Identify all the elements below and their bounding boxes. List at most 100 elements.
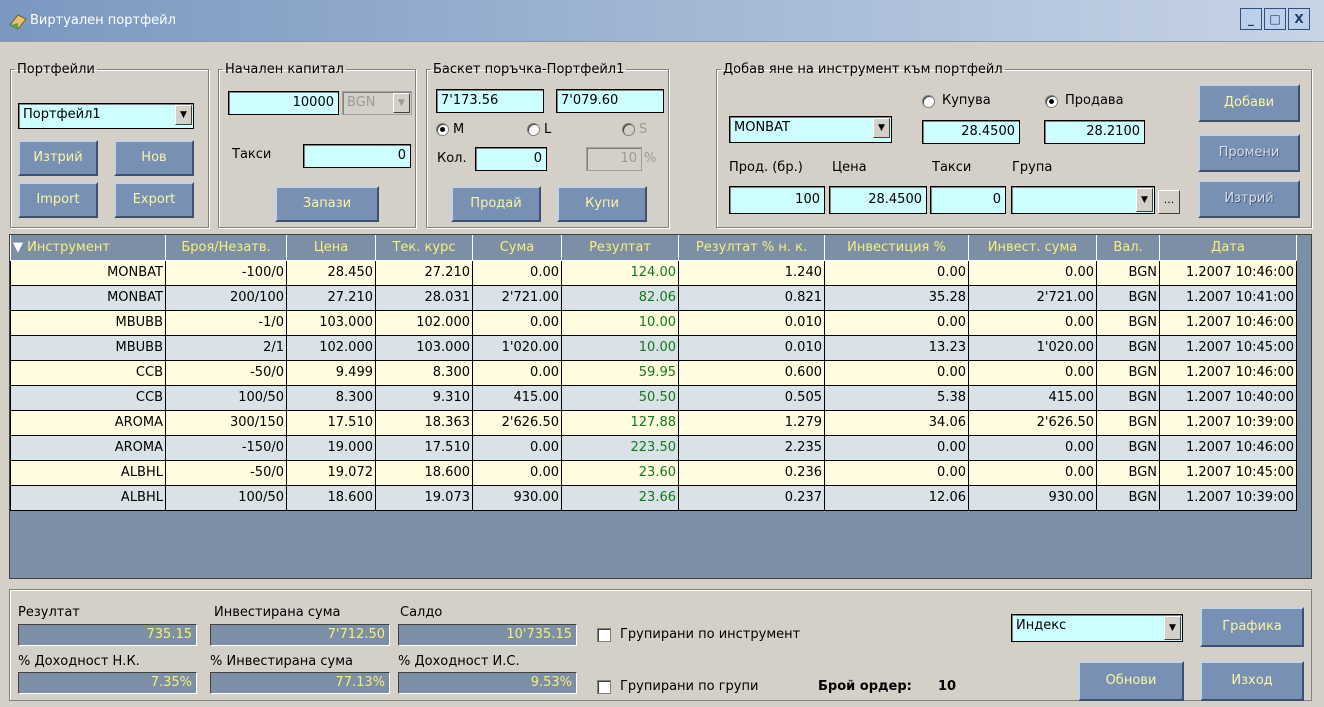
- currency-select: BGN ▼: [342, 91, 412, 115]
- column-header-label: Инструмент: [27, 239, 110, 255]
- maximize-button[interactable]: □: [1264, 8, 1286, 30]
- refresh-button[interactable]: Обнови: [1078, 661, 1184, 701]
- column-header[interactable]: Резултат % н. к.: [678, 235, 825, 261]
- table-row[interactable]: MONBAT 200/100 27.210 28.031 2'721.00 82.06 0.…: [10, 284, 1297, 311]
- column-header[interactable]: Инвест. сума: [968, 235, 1097, 261]
- column-header[interactable]: Тек. курс: [375, 235, 473, 261]
- exit-button[interactable]: Изход: [1200, 661, 1304, 701]
- table-cell: 18.363: [375, 409, 473, 436]
- table-cell: 1.2007 10:46:00: [1159, 434, 1297, 461]
- column-header-label: Цена: [313, 239, 349, 255]
- table-cell: CCB: [10, 359, 166, 386]
- group-select[interactable]: ▼: [1011, 186, 1155, 214]
- radio-buy[interactable]: [922, 95, 935, 108]
- new-portfolio-button[interactable]: Нов: [114, 140, 194, 176]
- export-button[interactable]: Export: [114, 182, 194, 218]
- capital-fees-field[interactable]: 0: [303, 144, 411, 168]
- table-cell: 0.236: [678, 459, 825, 486]
- basket-qty-field[interactable]: 0: [475, 147, 547, 171]
- table-cell: 19.073: [375, 484, 473, 511]
- minimize-button[interactable]: _: [1240, 8, 1262, 30]
- table-cell: 1.2007 10:46:00: [1159, 259, 1297, 286]
- table-cell: 2.235: [678, 434, 825, 461]
- table-cell: 223.50: [561, 434, 679, 461]
- column-header[interactable]: Резултат: [561, 235, 679, 261]
- radio-m[interactable]: [436, 123, 449, 136]
- table-row[interactable]: CCB -50/0 9.499 8.300 0.00 59.95 0.600 0.00 0.00…: [10, 359, 1297, 386]
- radio-l[interactable]: [527, 123, 540, 136]
- chevron-down-icon[interactable]: ▼: [1164, 616, 1181, 640]
- group-by-instrument-checkbox[interactable]: [597, 628, 611, 642]
- yield-nk-label: % Доходност Н.К.: [18, 654, 140, 669]
- radio-sell-label: Продава: [1065, 93, 1124, 108]
- radio-l-label: L: [544, 122, 552, 137]
- buy-button[interactable]: Купи: [557, 186, 647, 222]
- radio-sell[interactable]: [1045, 95, 1058, 108]
- basket-value1-field: 7'173.56: [436, 89, 544, 113]
- column-header-label: Резултат % н. к.: [695, 239, 808, 255]
- table-cell: 0.00: [968, 459, 1097, 486]
- table-cell: -150/0: [165, 434, 287, 461]
- table-row[interactable]: AROMA 300/150 17.510 18.363 2'626.50 127.88 1.…: [10, 409, 1297, 436]
- table-cell: 19.000: [286, 434, 376, 461]
- table-row[interactable]: CCB 100/50 8.300 9.310 415.00 50.50 0.505 5.38 4…: [10, 384, 1297, 411]
- table-cell: 0.00: [824, 309, 969, 336]
- price-field[interactable]: 28.4500: [829, 186, 927, 214]
- table-cell: 0.600: [678, 359, 825, 386]
- chart-button[interactable]: Графика: [1200, 607, 1304, 647]
- table-row[interactable]: ALBHL -50/0 19.072 18.600 0.00 23.60 0.236 0.00…: [10, 459, 1297, 486]
- table-cell: 59.95: [561, 359, 679, 386]
- group-browse-button[interactable]: ...: [1158, 190, 1180, 214]
- add-button[interactable]: Добави: [1198, 84, 1300, 122]
- sort-down-icon: ▼: [13, 239, 28, 255]
- table-cell: 0.00: [968, 309, 1097, 336]
- chevron-down-icon[interactable]: ▼: [175, 105, 192, 125]
- chevron-down-icon[interactable]: ▼: [873, 118, 890, 138]
- import-button[interactable]: Import: [18, 182, 98, 218]
- table-cell: 0.00: [824, 459, 969, 486]
- table-row[interactable]: MONBAT -100/0 28.450 27.210 0.00 124.00 1.240 0…: [10, 259, 1297, 286]
- column-header[interactable]: ▼ Инструмент: [10, 235, 166, 261]
- capital-amount-field[interactable]: 10000: [228, 91, 339, 115]
- table-cell: 9.499: [286, 359, 376, 386]
- group-by-groups-checkbox[interactable]: [597, 680, 611, 694]
- column-header[interactable]: Цена: [286, 235, 376, 261]
- chevron-down-icon[interactable]: ▼: [1136, 188, 1153, 212]
- table-cell: 0.505: [678, 384, 825, 411]
- close-button[interactable]: X: [1288, 8, 1310, 30]
- table-cell: 1.2007 10:46:00: [1159, 359, 1297, 386]
- table-cell: 28.031: [375, 284, 473, 311]
- index-select[interactable]: Индекс ▼: [1011, 614, 1183, 642]
- table-row[interactable]: MBUBB 2/1 102.000 103.000 1'020.00 10.00 0.010…: [10, 334, 1297, 361]
- table-row[interactable]: MBUBB -1/0 103.000 102.000 0.00 10.00 0.010 0.0…: [10, 309, 1297, 336]
- fees-field[interactable]: 0: [930, 186, 1006, 214]
- portfolio-select[interactable]: Портфейл1 ▼: [18, 103, 194, 129]
- table-cell: -1/0: [165, 309, 287, 336]
- table-cell: 5.38: [824, 384, 969, 411]
- column-header-label: Резултат: [589, 239, 651, 255]
- save-button[interactable]: Запази: [275, 186, 379, 222]
- instrument-select[interactable]: MONBAT ▼: [729, 116, 892, 143]
- column-header[interactable]: Дата: [1159, 235, 1297, 261]
- portfolio-grid[interactable]: ▼ Инструмент Броя/Незатв. Цена Тек. курс Сум…: [9, 234, 1312, 579]
- table-cell: 50.50: [561, 384, 679, 411]
- table-row[interactable]: AROMA -150/0 19.000 17.510 0.00 223.50 2.235 0.…: [10, 434, 1297, 461]
- column-header[interactable]: Инвестиция %: [824, 235, 969, 261]
- table-cell: 82.06: [561, 284, 679, 311]
- table-cell: 0.010: [678, 334, 825, 361]
- qty-field[interactable]: 100: [729, 186, 825, 214]
- table-cell: MONBAT: [10, 284, 166, 311]
- table-cell: 0.00: [472, 434, 562, 461]
- table-cell: BGN: [1096, 259, 1160, 286]
- column-header[interactable]: Вал.: [1096, 235, 1160, 261]
- table-row[interactable]: ALBHL 100/50 18.600 19.073 930.00 23.66 0.237 1…: [10, 484, 1297, 511]
- column-header[interactable]: Броя/Незатв.: [165, 235, 287, 261]
- sell-button[interactable]: Продай: [451, 186, 541, 222]
- column-header-label: Инвест. сума: [987, 239, 1078, 255]
- table-cell: BGN: [1096, 359, 1160, 386]
- table-cell: 12.06: [824, 484, 969, 511]
- table-body: MONBAT -100/0 28.450 27.210 0.00 124.00 1.240 0…: [10, 259, 1297, 511]
- table-cell: ALBHL: [10, 459, 166, 486]
- column-header[interactable]: Сума: [472, 235, 562, 261]
- delete-portfolio-button[interactable]: Изтрий: [18, 140, 98, 176]
